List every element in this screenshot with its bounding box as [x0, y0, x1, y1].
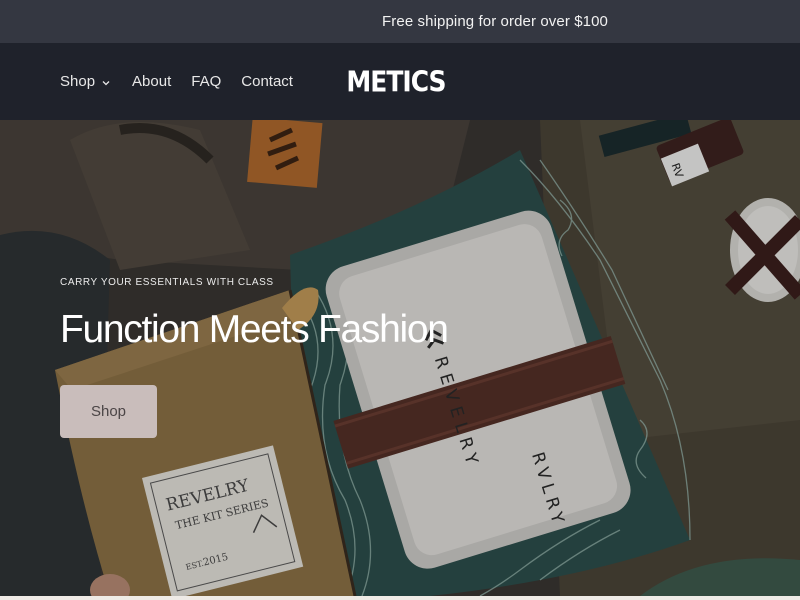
nav-item-contact[interactable]: Contact [241, 73, 293, 90]
nav-item-shop[interactable]: Shop [60, 73, 112, 90]
nav-item-shop-label: Shop [60, 73, 96, 90]
hero-headline: Function Meets Fashion [60, 308, 449, 351]
main-nav: Shop About FAQ Contact [60, 43, 293, 120]
announcement-bar: Free shipping for order over $100 [0, 0, 800, 43]
hero-banner: RV REVELRY THE KIT SERIES EST. 2015 REVE… [0, 120, 800, 596]
hero-overlay [0, 120, 800, 596]
site-header: Shop About FAQ Contact METICS [0, 43, 800, 120]
site-logo[interactable]: METICS [346, 65, 446, 98]
page-bottom-edge [0, 596, 800, 600]
hero-eyebrow: CARRY YOUR ESSENTIALS WITH CLASS [60, 277, 274, 288]
nav-item-faq[interactable]: FAQ [191, 73, 221, 90]
nav-item-about[interactable]: About [132, 73, 171, 90]
hero-shop-button[interactable]: Shop [60, 385, 157, 438]
announcement-text: Free shipping for order over $100 [382, 13, 608, 30]
chevron-down-icon [102, 80, 110, 85]
